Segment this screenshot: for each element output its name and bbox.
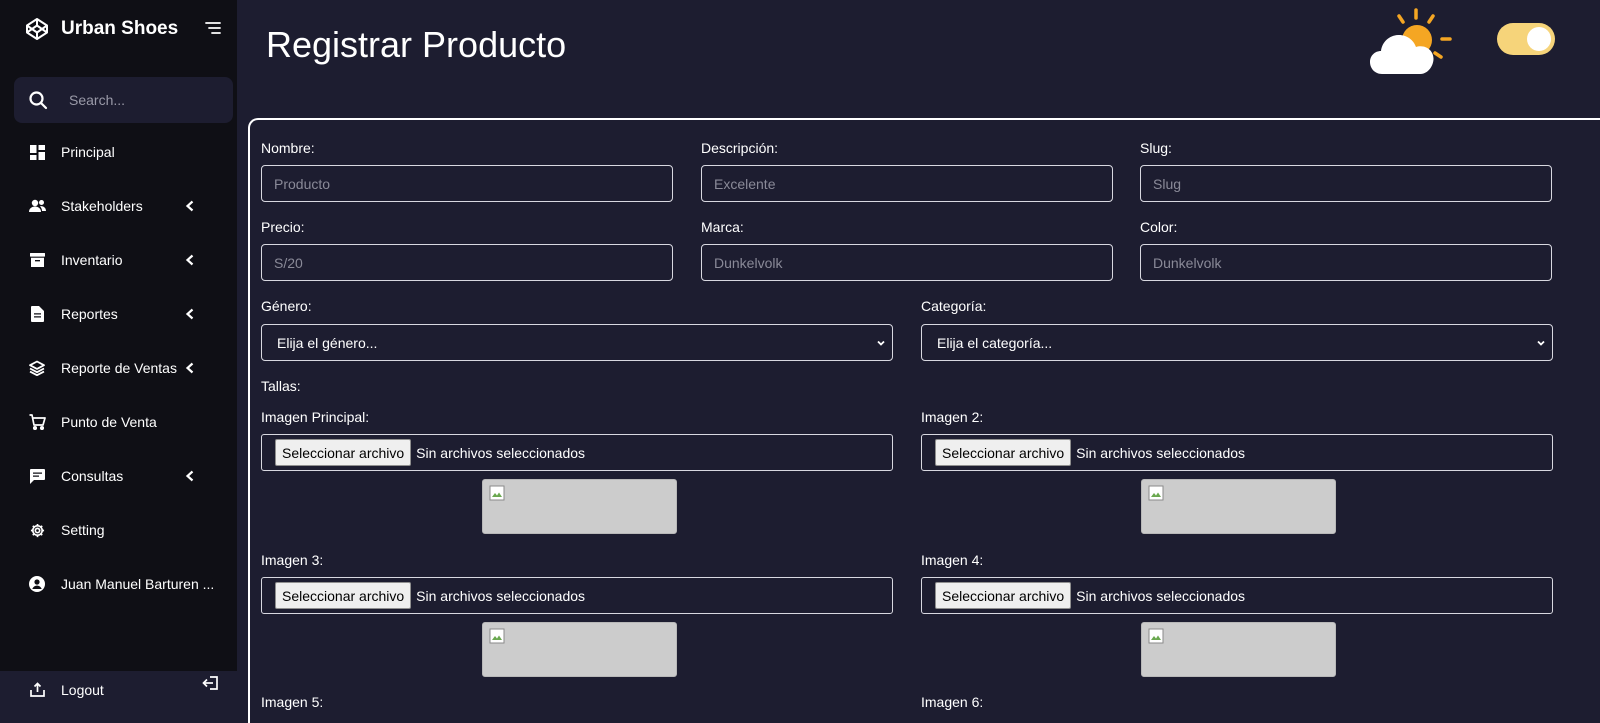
select-file-button[interactable]: Seleccionar archivo [935, 439, 1072, 466]
broken-image-icon [1148, 485, 1164, 501]
tallas-label: Tallas: [261, 378, 301, 394]
nav-item-profile[interactable]: Juan Manuel Barturen ... [0, 564, 237, 604]
users-icon [28, 197, 46, 215]
file-status: Sin archivos seleccionados [416, 587, 586, 604]
sidebar: Urban Shoes Principal Stakeholders Inven… [0, 0, 237, 723]
cart-icon [28, 413, 46, 431]
chevron-left-icon[interactable] [185, 200, 195, 212]
categoria-selected-value: Elija el categoría... [937, 334, 1053, 351]
imagen-2-file-input[interactable]: Seleccionar archivo Sin archivos selecci… [921, 434, 1553, 471]
imagen-3-label: Imagen 3: [261, 552, 324, 568]
imagen-4-file-input[interactable]: Seleccionar archivo Sin archivos selecci… [921, 577, 1553, 614]
dashboard-icon [28, 143, 46, 161]
imagen-6-label: Imagen 6: [921, 694, 984, 710]
search-icon[interactable] [28, 90, 48, 110]
weather-partly-cloudy-icon [1370, 8, 1452, 74]
nav-label-reportes: Reportes [61, 306, 118, 322]
file-status: Sin archivos seleccionados [1076, 587, 1246, 604]
archive-icon [28, 251, 46, 269]
imagen-5-label: Imagen 5: [261, 694, 324, 710]
layers-icon [28, 359, 46, 377]
precio-label: Precio: [261, 219, 305, 235]
chat-icon [28, 467, 46, 485]
genero-selected-value: Elija el género... [277, 334, 378, 351]
logout-bar: Logout [0, 671, 237, 723]
genero-label: Género: [261, 298, 312, 314]
select-file-button[interactable]: Seleccionar archivo [935, 582, 1072, 609]
page-title: Registrar Producto [266, 24, 567, 65]
chevron-down-icon [1537, 340, 1545, 346]
categoria-select[interactable]: Elija el categoría... [921, 324, 1553, 361]
chevron-left-icon[interactable] [185, 254, 195, 266]
slug-label: Slug: [1140, 140, 1172, 156]
nav-label-consultas: Consultas [61, 468, 124, 484]
chevron-left-icon[interactable] [185, 470, 195, 482]
logout-label: Logout [61, 681, 104, 698]
file-status: Sin archivos seleccionados [1076, 444, 1246, 461]
toggle-knob [1527, 27, 1551, 51]
nav-item-setting[interactable]: Setting [0, 510, 237, 550]
image-preview [482, 622, 677, 677]
nav-label-inventario: Inventario [61, 252, 123, 268]
nav-label-profile: Juan Manuel Barturen ... [61, 576, 215, 592]
broken-image-icon [489, 485, 505, 501]
marca-label: Marca: [701, 219, 744, 235]
nav-label-setting: Setting [61, 522, 105, 538]
chevron-left-icon[interactable] [185, 362, 195, 374]
nav-item-reporte-de-ventas[interactable]: Reporte de Ventas [0, 348, 237, 388]
nombre-input[interactable] [261, 165, 673, 202]
nav-item-reportes[interactable]: Reportes [0, 294, 237, 334]
color-input[interactable] [1140, 244, 1552, 281]
nav-label-stakeholders: Stakeholders [61, 198, 143, 214]
imagen-3-file-input[interactable]: Seleccionar archivo Sin archivos selecci… [261, 577, 893, 614]
nav-item-punto-de-venta[interactable]: Punto de Venta [0, 402, 237, 442]
user-circle-icon [28, 575, 46, 593]
menu-toggle-icon[interactable] [205, 21, 221, 35]
search-input[interactable] [69, 89, 219, 111]
select-file-button[interactable]: Seleccionar archivo [275, 582, 412, 609]
codepen-logo-icon [26, 18, 48, 40]
nav-label-reporte-de-ventas: Reporte de Ventas [61, 360, 177, 376]
search-box [14, 77, 233, 123]
chevron-left-icon[interactable] [185, 308, 195, 320]
descripcion-input[interactable] [701, 165, 1113, 202]
nav-item-principal[interactable]: Principal [0, 132, 237, 172]
nav-label-punto-de-venta: Punto de Venta [61, 414, 157, 430]
select-file-button[interactable]: Seleccionar archivo [275, 439, 412, 466]
chevron-down-icon [877, 340, 885, 346]
imagen-4-label: Imagen 4: [921, 552, 984, 568]
brand[interactable]: Urban Shoes [25, 15, 178, 43]
imagen-2-label: Imagen 2: [921, 409, 984, 425]
nav-item-stakeholders[interactable]: Stakeholders [0, 186, 237, 226]
upload-icon [28, 681, 46, 699]
image-preview [482, 479, 677, 534]
imagen-principal-file-input[interactable]: Seleccionar archivo Sin archivos selecci… [261, 434, 893, 471]
color-label: Color: [1140, 219, 1178, 235]
broken-image-icon [1148, 628, 1164, 644]
categoria-label: Categoría: [921, 298, 987, 314]
image-preview [1141, 479, 1336, 534]
broken-image-icon [489, 628, 505, 644]
genero-select[interactable]: Elija el género... [261, 324, 893, 361]
imagen-principal-label: Imagen Principal: [261, 409, 370, 425]
file-icon [28, 305, 46, 323]
nav-item-consultas[interactable]: Consultas [0, 456, 237, 496]
slug-input[interactable] [1140, 165, 1552, 202]
nombre-label: Nombre: [261, 140, 315, 156]
nav-label-principal: Principal [61, 144, 115, 160]
precio-input[interactable] [261, 244, 673, 281]
brand-name: Urban Shoes [61, 18, 179, 39]
nav-item-inventario[interactable]: Inventario [0, 240, 237, 280]
logout-icon[interactable] [202, 675, 219, 691]
descripcion-label: Descripción: [701, 140, 779, 156]
file-status: Sin archivos seleccionados [416, 444, 586, 461]
image-preview [1141, 622, 1336, 677]
theme-toggle[interactable] [1497, 23, 1555, 55]
marca-input[interactable] [701, 244, 1113, 281]
gear-icon [28, 521, 46, 539]
